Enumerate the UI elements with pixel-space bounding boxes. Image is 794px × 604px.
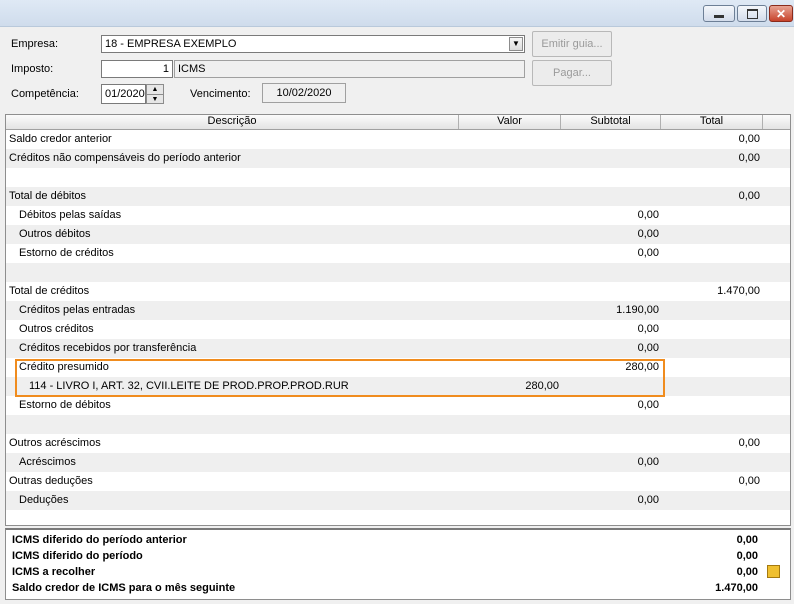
table-row[interactable]: Outros débitos 0,00 <box>6 225 790 244</box>
table-row[interactable]: Créditos recebidos por transferência 0,00 <box>6 339 790 358</box>
close-button[interactable]: ✕ <box>769 5 793 22</box>
row-subtotal: 0,00 <box>637 494 659 506</box>
pagar-button[interactable]: Pagar... <box>532 60 612 86</box>
row-description: Outros créditos <box>19 323 94 335</box>
row-total: 0,00 <box>738 475 760 487</box>
imposto-label: Imposto: <box>11 63 54 75</box>
imposto-code-input[interactable]: 1 <box>101 60 173 78</box>
row-description: Crédito presumido <box>19 361 109 373</box>
chevron-down-icon[interactable]: ▼ <box>509 37 523 51</box>
row-valor: 280,00 <box>525 380 559 392</box>
row-description: Estorno de créditos <box>19 247 114 259</box>
row-description: Saldo credor anterior <box>9 133 112 145</box>
emitir-guia-button[interactable]: Emitir guia... <box>532 31 612 57</box>
close-icon: ✕ <box>775 6 787 21</box>
row-description: Total de créditos <box>9 285 90 297</box>
row-subtotal: 0,00 <box>637 456 659 468</box>
competencia-spinner[interactable]: ▲ ▼ <box>146 84 164 104</box>
summary-label: Saldo credor de ICMS para o mês seguinte <box>12 582 236 594</box>
table-row[interactable]: Créditos não compensáveis do período ant… <box>6 149 790 168</box>
table-row[interactable]: Total de débitos 0,00 <box>6 187 790 206</box>
table-row[interactable]: Estorno de débitos 0,00 <box>6 396 790 415</box>
window-titlebar: ✕ <box>0 0 794 27</box>
row-description: 114 - LIVRO I, ART. 32, CVII.LEITE DE PR… <box>29 380 349 392</box>
summary-row: ICMS diferido do período 0,00 <box>12 548 782 564</box>
summary-value: 0,00 <box>736 550 758 562</box>
empresa-value: 18 - EMPRESA EXEMPLO <box>105 38 237 50</box>
row-total: 0,00 <box>738 437 760 449</box>
row-description: Deduções <box>19 494 69 506</box>
table-row[interactable]: Outras deduções 0,00 <box>6 472 790 491</box>
summary-label: ICMS diferido do período <box>12 550 143 562</box>
col-subtotal[interactable]: Subtotal <box>561 115 661 129</box>
table-row[interactable]: Acréscimos 0,00 <box>6 453 790 472</box>
summary-label: ICMS diferido do período anterior <box>12 534 187 546</box>
row-subtotal: 1.190,00 <box>616 304 659 316</box>
grid-header: Descrição Valor Subtotal Total <box>6 115 790 130</box>
row-total: 0,00 <box>738 190 760 202</box>
table-row[interactable] <box>6 168 790 187</box>
row-subtotal: 280,00 <box>625 361 659 373</box>
summary-row: Saldo credor de ICMS para o mês seguinte… <box>12 580 782 596</box>
row-total: 0,00 <box>738 133 760 145</box>
calculator-icon[interactable] <box>767 565 780 578</box>
row-description: Créditos recebidos por transferência <box>19 342 197 354</box>
spin-up-icon[interactable]: ▲ <box>147 85 163 95</box>
row-description: Créditos não compensáveis do período ant… <box>9 152 241 164</box>
row-description: Débitos pelas saídas <box>19 209 122 221</box>
row-total: 0,00 <box>738 152 760 164</box>
summary-value: 0,00 <box>736 566 758 578</box>
minimize-icon <box>714 15 724 18</box>
row-description: Outros débitos <box>19 228 91 240</box>
table-row[interactable]: Deduções 0,00 <box>6 491 790 510</box>
maximize-icon <box>746 8 758 19</box>
table-row[interactable]: Estorno de créditos 0,00 <box>6 244 790 263</box>
row-total: 1.470,00 <box>717 285 760 297</box>
table-row[interactable]: Crédito presumido 280,00 <box>6 358 790 377</box>
summary-label: ICMS a recolher <box>12 566 96 578</box>
row-description: Acréscimos <box>19 456 76 468</box>
row-subtotal: 0,00 <box>637 399 659 411</box>
row-description: Outros acréscimos <box>9 437 101 449</box>
empresa-select[interactable]: 18 - EMPRESA EXEMPLO ▼ <box>101 35 525 53</box>
table-row[interactable]: Outros créditos 0,00 <box>6 320 790 339</box>
table-row[interactable]: Total de créditos 1.470,00 <box>6 282 790 301</box>
spin-down-icon[interactable]: ▼ <box>147 95 163 104</box>
table-row[interactable]: Outros acréscimos 0,00 <box>6 434 790 453</box>
minimize-button[interactable] <box>703 5 735 22</box>
row-subtotal: 0,00 <box>637 323 659 335</box>
summary-row: ICMS diferido do período anterior 0,00 <box>12 532 782 548</box>
row-description: Total de débitos <box>9 190 87 202</box>
table-row[interactable]: Débitos pelas saídas 0,00 <box>6 206 790 225</box>
table-row[interactable]: 114 - LIVRO I, ART. 32, CVII.LEITE DE PR… <box>6 377 790 396</box>
competencia-input[interactable]: 01/2020 <box>101 84 146 104</box>
maximize-button[interactable] <box>737 5 767 22</box>
vencimento-label: Vencimento: <box>190 88 251 100</box>
row-description: Estorno de débitos <box>19 399 111 411</box>
col-total[interactable]: Total <box>661 115 763 129</box>
summary-row: ICMS a recolher 0,00 <box>12 564 782 580</box>
competencia-label: Competência: <box>11 88 79 100</box>
row-description: Outras deduções <box>9 475 93 487</box>
table-row[interactable] <box>6 415 790 434</box>
imposto-name-field: ICMS <box>174 60 525 78</box>
col-valor[interactable]: Valor <box>459 115 561 129</box>
empresa-label: Empresa: <box>11 38 59 50</box>
row-description: Créditos pelas entradas <box>19 304 136 316</box>
vencimento-field: 10/02/2020 <box>262 83 346 103</box>
row-subtotal: 0,00 <box>637 209 659 221</box>
row-subtotal: 0,00 <box>637 247 659 259</box>
row-subtotal: 0,00 <box>637 228 659 240</box>
apuracao-grid: Descrição Valor Subtotal Total Saldo cre… <box>5 114 791 526</box>
summary-value: 1.470,00 <box>715 582 758 594</box>
table-row[interactable]: Saldo credor anterior 0,00 <box>6 130 790 149</box>
col-descricao[interactable]: Descrição <box>6 115 459 129</box>
table-row[interactable]: Créditos pelas entradas 1.190,00 <box>6 301 790 320</box>
table-row[interactable] <box>6 263 790 282</box>
summary-panel: ICMS diferido do período anterior 0,00 IC… <box>5 528 791 600</box>
row-subtotal: 0,00 <box>637 342 659 354</box>
summary-value: 0,00 <box>736 534 758 546</box>
